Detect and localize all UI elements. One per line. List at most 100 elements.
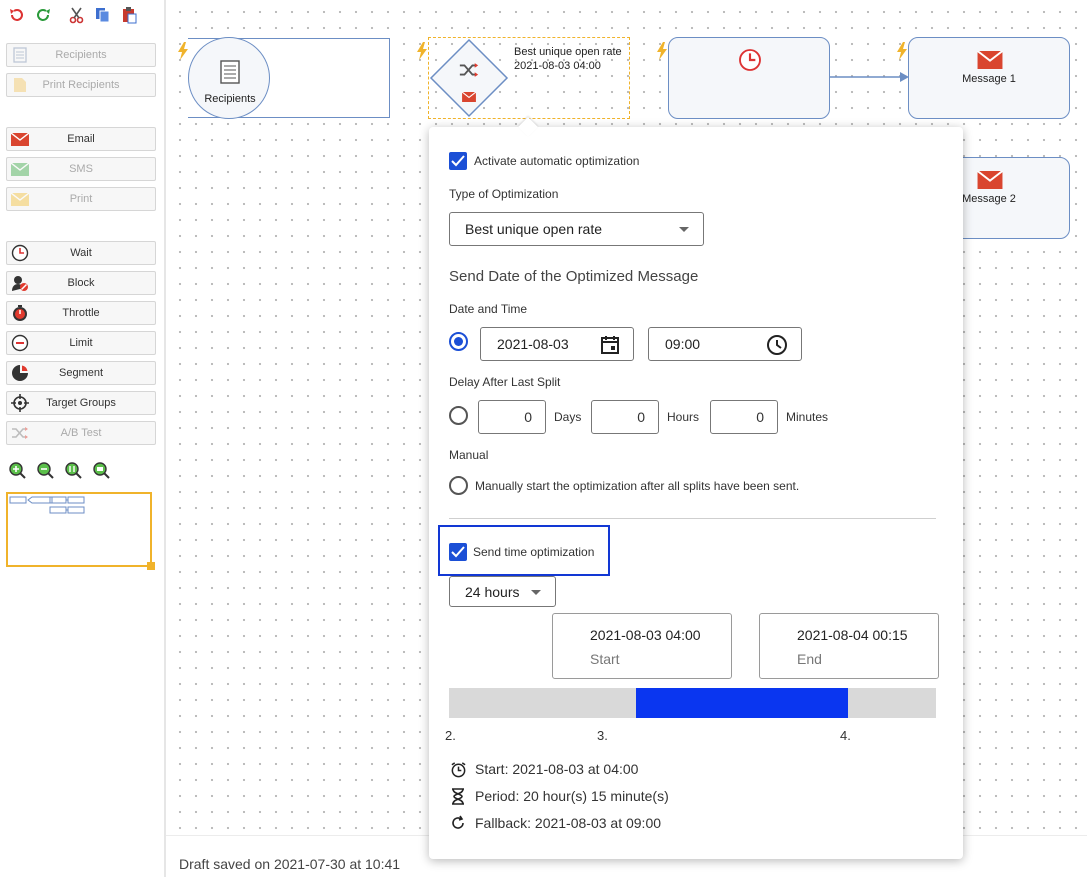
time-input[interactable]: 09:00 xyxy=(648,327,802,361)
refresh-icon xyxy=(449,814,467,832)
zoom-out-icon[interactable] xyxy=(36,461,54,479)
block-icon xyxy=(7,272,33,294)
envelope-icon xyxy=(977,51,1003,69)
palette-email-button[interactable]: Email xyxy=(6,127,156,151)
palette-wait-button[interactable]: Wait xyxy=(6,241,156,265)
split-node[interactable] xyxy=(429,38,509,118)
days-unit-label: Days xyxy=(554,410,582,424)
send-window-range xyxy=(636,688,849,718)
palette-ab-test-button[interactable]: A/B Test xyxy=(6,421,156,445)
minimap-resize-handle[interactable] xyxy=(147,562,155,570)
shuffle-icon xyxy=(459,63,479,77)
wait-node[interactable] xyxy=(668,37,830,119)
activate-optimization-checkbox[interactable] xyxy=(449,152,467,170)
trigger-bolt-icon xyxy=(417,42,427,60)
calendar-icon[interactable] xyxy=(600,335,620,355)
pie-segment-icon xyxy=(7,362,33,384)
time-window-value: 24 hours xyxy=(465,583,520,600)
draft-status: Draft saved on 2021-07-30 at 10:41 xyxy=(179,856,401,872)
timeline-tick: 3. xyxy=(597,728,608,743)
split-node-title: Best unique open rate xyxy=(514,46,622,58)
info-start-row: Start: 2021-08-03 at 04:00 xyxy=(449,760,638,778)
activate-optimization-label: Activate automatic optimization xyxy=(474,154,640,168)
envelope-icon xyxy=(977,171,1003,189)
optimization-type-value: Best unique open rate xyxy=(465,221,602,237)
date-value: 2021-08-03 xyxy=(497,336,569,352)
edit-toolbar xyxy=(6,4,140,26)
stopwatch-icon xyxy=(7,302,33,324)
delay-radio[interactable] xyxy=(449,406,468,425)
zoom-fit-icon[interactable] xyxy=(92,461,110,479)
crosshair-icon xyxy=(7,392,33,414)
time-value: 09:00 xyxy=(665,336,701,352)
send-time-optimization-checkbox[interactable] xyxy=(449,543,467,561)
end-card: 2021-08-04 00:15 End xyxy=(759,613,939,679)
minutes-unit-label: Minutes xyxy=(786,410,829,424)
clock-icon[interactable] xyxy=(766,334,788,356)
copy-icon[interactable] xyxy=(92,4,114,26)
palette-throttle-button[interactable]: Throttle xyxy=(6,301,156,325)
info-fallback-row: Fallback: 2021-08-03 at 09:00 xyxy=(449,814,661,832)
timeline-tick: 2. xyxy=(445,728,456,743)
start-value: 2021-08-03 04:00 xyxy=(590,627,701,643)
palette-block-button[interactable]: Block xyxy=(6,271,156,295)
print-recipients-icon xyxy=(7,74,33,96)
palette-limit-button[interactable]: Limit xyxy=(6,331,156,355)
send-window-timeline[interactable] xyxy=(449,688,936,718)
date-input[interactable]: 2021-08-03 xyxy=(480,327,634,361)
clock-icon xyxy=(739,49,761,71)
manual-description: Manually start the optimization after al… xyxy=(475,479,800,493)
optimization-popup: Activate automatic optimization Type of … xyxy=(429,117,963,859)
hours-unit-label: Hours xyxy=(667,410,700,424)
info-period-text: Period: 20 hour(s) 15 minute(s) xyxy=(475,788,669,804)
palette-segment-button[interactable]: Segment xyxy=(6,361,156,385)
sms-icon xyxy=(7,158,33,180)
delay-label: Delay After Last Split xyxy=(449,375,561,389)
zoom-controls xyxy=(8,461,110,479)
send-date-heading: Send Date of the Optimized Message xyxy=(449,268,699,285)
shuffle-icon xyxy=(7,422,33,444)
zoom-actual-icon[interactable] xyxy=(64,461,82,479)
start-caption: Start xyxy=(590,651,620,667)
minus-circle-icon xyxy=(7,332,33,354)
scissors-icon[interactable] xyxy=(66,4,88,26)
date-time-radio[interactable] xyxy=(449,332,468,351)
type-label: Type of Optimization xyxy=(449,187,559,201)
palette-print-button[interactable]: Print xyxy=(6,187,156,211)
palette-recipients-button[interactable]: Recipients xyxy=(6,43,156,67)
minimap-diagram xyxy=(9,496,85,514)
delay-hours-input[interactable]: 0 xyxy=(591,400,659,434)
undo-icon[interactable] xyxy=(6,4,28,26)
message-1-node[interactable]: Message 1 xyxy=(908,37,1070,119)
palette-sms-button[interactable]: SMS xyxy=(6,157,156,181)
recipients-list-icon xyxy=(7,44,33,66)
recipients-node-label: Recipients xyxy=(204,93,256,105)
delay-days-input[interactable]: 0 xyxy=(478,400,546,434)
envelope-icon xyxy=(7,128,33,150)
palette-target-groups-button[interactable]: Target Groups xyxy=(6,391,156,415)
zoom-in-icon[interactable] xyxy=(8,461,26,479)
sidebar: Recipients Print Recipients Email SMS Pr… xyxy=(0,0,166,877)
palette-print-recipients-button[interactable]: Print Recipients xyxy=(6,73,156,97)
chevron-down-icon xyxy=(531,590,541,595)
recipients-node[interactable]: Recipients xyxy=(188,37,270,119)
section-divider xyxy=(449,518,936,519)
end-value: 2021-08-04 00:15 xyxy=(797,627,908,643)
split-node-date: 2021-08-03 04:00 xyxy=(514,60,601,72)
clock-icon xyxy=(7,242,33,264)
connector-arrow xyxy=(830,72,909,82)
checkmark-icon xyxy=(451,546,465,558)
redo-icon[interactable] xyxy=(32,4,54,26)
optimization-type-select[interactable]: Best unique open rate xyxy=(449,212,704,246)
manual-radio[interactable] xyxy=(449,476,468,495)
time-window-select[interactable]: 24 hours xyxy=(449,576,556,607)
recipients-list-icon xyxy=(220,60,240,84)
delay-minutes-input[interactable]: 0 xyxy=(710,400,778,434)
hourglass-icon xyxy=(449,787,467,805)
end-caption: End xyxy=(797,651,822,667)
manual-label: Manual xyxy=(449,448,489,462)
paste-icon[interactable] xyxy=(118,4,140,26)
minimap[interactable] xyxy=(6,492,155,570)
timeline-tick: 4. xyxy=(840,728,851,743)
print-icon xyxy=(7,188,33,210)
